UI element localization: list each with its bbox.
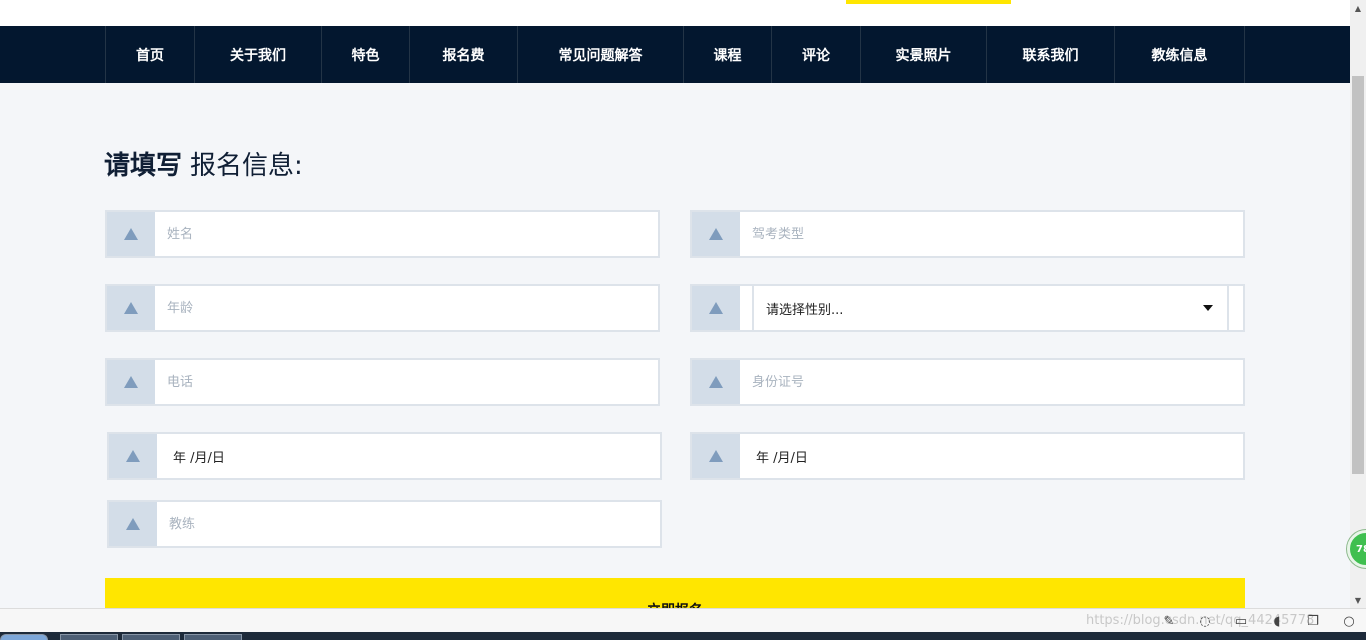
id-number-input[interactable] bbox=[740, 360, 1243, 404]
triangle-icon bbox=[692, 360, 740, 404]
form-title-rest: 报名信息: bbox=[190, 151, 303, 181]
triangle-icon bbox=[109, 502, 157, 546]
nav-item-fees[interactable]: 报名费 bbox=[409, 26, 517, 83]
phone-input[interactable] bbox=[155, 360, 658, 404]
nav-item-contact[interactable]: 联系我们 bbox=[986, 26, 1114, 83]
nav-item-coaches[interactable]: 教练信息 bbox=[1114, 26, 1245, 83]
chat-icon[interactable]: ◌ bbox=[1196, 612, 1214, 630]
name-input[interactable] bbox=[155, 212, 658, 256]
window-icon[interactable]: ❐ bbox=[1304, 612, 1322, 630]
triangle-icon bbox=[107, 286, 155, 330]
taskbar-app-2[interactable] bbox=[122, 634, 180, 640]
os-taskbar bbox=[0, 632, 1366, 640]
header-cta-button[interactable] bbox=[846, 0, 1011, 4]
trash-icon[interactable]: ▭ bbox=[1232, 612, 1250, 630]
nav-item-faq[interactable]: 常见问题解答 bbox=[517, 26, 683, 83]
triangle-icon bbox=[692, 286, 740, 330]
triangle-icon bbox=[107, 212, 155, 256]
scroll-thumb[interactable] bbox=[1352, 76, 1364, 474]
registration-section: 请填写报名信息: 请选择性别... bbox=[0, 83, 1350, 618]
taskbar-app-3[interactable] bbox=[184, 634, 242, 640]
speaker-icon[interactable]: ◖ bbox=[1268, 612, 1286, 630]
nav-item-about[interactable]: 关于我们 bbox=[194, 26, 321, 83]
form-title-bold: 请填写 bbox=[104, 151, 183, 181]
triangle-icon bbox=[109, 434, 157, 478]
phone-field bbox=[105, 358, 660, 406]
id-number-field bbox=[690, 358, 1245, 406]
caret-down-icon bbox=[1203, 305, 1213, 311]
date-input-2[interactable]: 年 /月/日 bbox=[740, 434, 1243, 478]
gender-select[interactable]: 请选择性别... bbox=[752, 286, 1229, 330]
vertical-scrollbar[interactable]: ▲ ▼ bbox=[1350, 0, 1366, 608]
scroll-down-icon[interactable]: ▼ bbox=[1350, 592, 1366, 608]
nav-item-reviews[interactable]: 评论 bbox=[771, 26, 860, 83]
nav-item-home[interactable]: 首页 bbox=[105, 26, 194, 83]
triangle-icon bbox=[692, 212, 740, 256]
start-button[interactable] bbox=[0, 634, 48, 640]
triangle-icon bbox=[692, 434, 740, 478]
gender-select-value: 请选择性别... bbox=[766, 302, 844, 318]
age-input[interactable] bbox=[155, 286, 658, 330]
browser-status-bar: https://blog.csdn.net/qq_44245778 ✎ ◌ ▭ … bbox=[0, 608, 1366, 632]
coach-input[interactable] bbox=[157, 502, 660, 546]
main-nav: 首页 关于我们 特色 报名费 常见问题解答 课程 评论 实景照片 联系我们 教练… bbox=[0, 26, 1350, 83]
date-field-2: 年 /月/日 bbox=[690, 432, 1245, 480]
gender-field: 请选择性别... bbox=[690, 284, 1245, 332]
license-type-input[interactable] bbox=[740, 212, 1243, 256]
license-type-field bbox=[690, 210, 1245, 258]
top-header bbox=[0, 0, 1350, 26]
nav-item-features[interactable]: 特色 bbox=[321, 26, 409, 83]
nav-item-photos[interactable]: 实景照片 bbox=[860, 26, 986, 83]
age-field bbox=[105, 284, 660, 332]
scroll-up-icon[interactable]: ▲ bbox=[1350, 0, 1366, 16]
browser-page: 首页 关于我们 特色 报名费 常见问题解答 课程 评论 实景照片 联系我们 教练… bbox=[0, 0, 1366, 640]
badge-value: 78 bbox=[1356, 543, 1366, 555]
nav-item-courses[interactable]: 课程 bbox=[683, 26, 771, 83]
pin-icon[interactable]: ✎ bbox=[1160, 612, 1178, 630]
coach-field bbox=[107, 500, 662, 548]
triangle-icon bbox=[107, 360, 155, 404]
name-field bbox=[105, 210, 660, 258]
taskbar-app-1[interactable] bbox=[60, 634, 118, 640]
date-field-1: 年 /月/日 bbox=[107, 432, 662, 480]
form-title: 请填写 报名信息: bbox=[104, 149, 303, 183]
date-input-1[interactable]: 年 /月/日 bbox=[157, 434, 660, 478]
zoom-icon[interactable]: ○ bbox=[1340, 612, 1358, 630]
